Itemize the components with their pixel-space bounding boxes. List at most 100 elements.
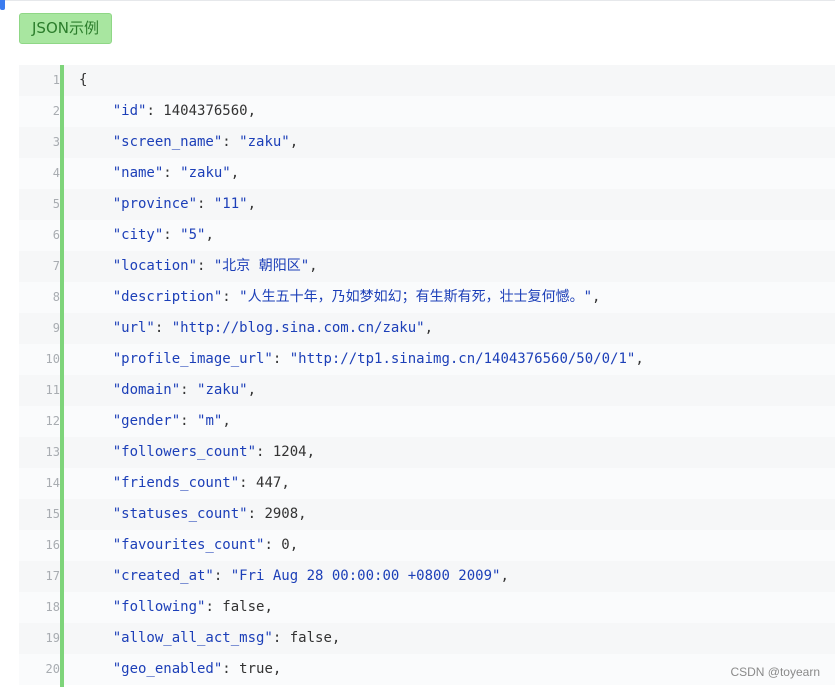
json-comma: , [247,103,257,119]
json-key: "id" [112,103,147,119]
code-line: "screen_name": "zaku", [79,127,298,158]
line-number-text: 7 [52,259,60,273]
json-key: "followers_count" [112,444,257,460]
json-value: "zaku" [197,382,248,398]
json-key: "screen_name" [112,134,223,150]
code-line: "following": false, [79,592,273,623]
code-row: 18 "following": false, [19,592,835,623]
json-comma: , [289,134,299,150]
line-number: 1 [19,65,60,96]
code-line: { [79,65,87,96]
json-key: "following" [112,599,206,615]
line-number: 12 [19,406,60,437]
code-line: "url": "http://blog.sina.com.cn/zaku", [79,313,433,344]
json-comma: , [247,196,257,212]
json-separator: : [222,661,240,677]
code-line: "gender": "m", [79,406,231,437]
json-value: 447 [256,475,282,491]
json-separator: : [146,103,164,119]
line-number-text: 13 [45,445,60,459]
line-number: 4 [19,158,60,189]
json-comma: , [264,599,273,615]
line-number: 17 [19,561,60,592]
code-row: 17 "created_at": "Fri Aug 28 00:00:00 +0… [19,561,835,592]
code-line: "profile_image_url": "http://tp1.sinaimg… [79,344,644,375]
json-separator: : [197,196,214,212]
json-value: true [239,661,273,677]
line-number-text: 6 [52,228,60,242]
code-row: 11 "domain": "zaku", [19,375,835,406]
code-line: "location": "北京 朝阳区", [79,251,318,282]
line-number-text: 5 [52,197,60,211]
code-row: 1{ [19,65,835,96]
code-row: 8 "description": "人生五十年，乃如梦如幻；有生斯有死，壮士复何… [19,282,835,313]
code-row: 12 "gender": "m", [19,406,835,437]
json-comma: , [306,444,316,460]
json-key: "created_at" [112,568,214,584]
json-value: "http://blog.sina.com.cn/zaku" [171,320,425,336]
code-row: 4 "name": "zaku", [19,158,835,189]
json-comma: , [281,475,290,491]
json-key: "province" [112,196,198,212]
line-number: 7 [19,251,60,282]
code-row: 16 "favourites_count": 0, [19,530,835,561]
line-number-text: 10 [45,352,60,366]
json-value: "zaku" [239,134,290,150]
code-row: 13 "followers_count": 1204, [19,437,835,468]
top-divider [0,0,835,1]
json-key: "gender" [112,413,181,429]
line-number-text: 3 [52,135,60,149]
json-separator: : [222,289,240,305]
json-value: "北京 朝阳区" [213,258,310,274]
json-separator: : [197,258,214,274]
json-separator: : [256,444,273,460]
code-line: "followers_count": 1204, [79,437,315,468]
line-number: 8 [19,282,60,313]
line-number-text: 15 [45,507,60,521]
json-comma: , [222,413,231,429]
code-line: "description": "人生五十年，乃如梦如幻；有生斯有死，壮士复何憾。… [79,282,601,313]
json-separator: : [264,537,282,553]
line-number: 16 [19,530,60,561]
json-value: "Fri Aug 28 00:00:00 +0800 2009" [230,568,501,584]
json-comma: , [298,506,307,522]
json-key: "geo_enabled" [112,661,223,677]
line-number: 2 [19,96,60,127]
code-row: 15 "statuses_count": 2908, [19,499,835,530]
line-number-text: 19 [45,631,60,645]
gutter-accent-bar [60,65,64,687]
json-value: 1204 [272,444,307,460]
line-number: 13 [19,437,60,468]
json-key: "url" [112,320,155,336]
json-value: false [289,630,332,646]
line-number: 20 [19,654,60,685]
line-number: 18 [19,592,60,623]
json-separator: : [180,413,198,429]
line-number-text: 14 [45,476,60,490]
line-number-text: 2 [52,104,60,118]
line-number-text: 9 [52,321,60,335]
json-key: "city" [112,227,164,243]
line-number-text: 16 [45,538,60,552]
line-number-text: 12 [45,414,60,428]
json-comma: , [289,537,299,553]
code-block: 1{2 "id": 1404376560, 3 "screen_name": "z… [19,65,835,687]
code-row: 6 "city": "5", [19,220,835,251]
line-number-text: 20 [45,662,60,676]
json-key: "statuses_count" [112,506,248,522]
json-separator: : [272,351,290,367]
json-comma: , [230,165,240,181]
line-number: 3 [19,127,60,158]
json-value: "11" [213,196,248,212]
line-number: 11 [19,375,60,406]
